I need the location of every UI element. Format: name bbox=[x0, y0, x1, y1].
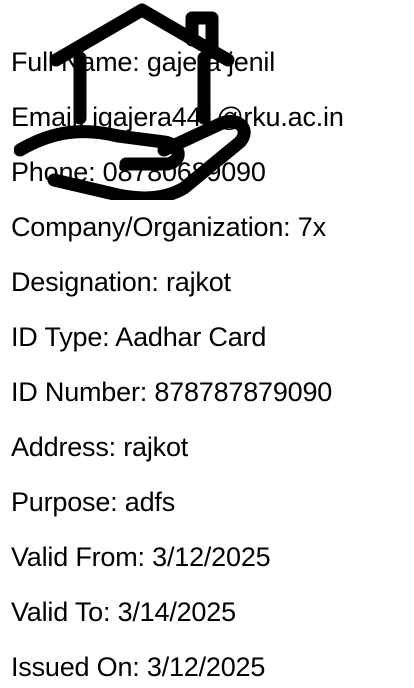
address-line: Address: rajkot bbox=[11, 432, 189, 462]
full-name-line: Full Name: gajera jenil bbox=[11, 47, 276, 77]
phone-line: Phone: 08780689090 bbox=[11, 157, 266, 187]
id-type-line: ID Type: Aadhar Card bbox=[11, 322, 267, 352]
id-number-line: ID Number: 878787879090 bbox=[11, 377, 333, 407]
email-line: Email: jgajera441@rku.ac.in bbox=[11, 102, 344, 132]
valid-to-line: Valid To: 3/14/2025 bbox=[11, 597, 236, 627]
issued-on-line: Issued On: 3/12/2025 bbox=[11, 652, 266, 682]
valid-from-line: Valid From: 3/12/2025 bbox=[11, 542, 271, 572]
designation-line: Designation: rajkot bbox=[11, 267, 231, 297]
company-line: Company/Organization: 7x bbox=[11, 212, 326, 242]
purpose-line: Purpose: adfs bbox=[11, 487, 176, 517]
